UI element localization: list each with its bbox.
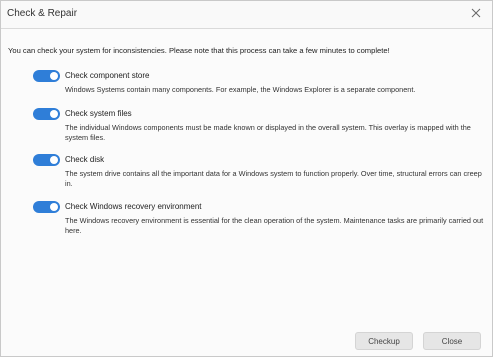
option-description: The Windows recovery environment is esse… xyxy=(65,216,484,236)
option-title: Check component store xyxy=(65,71,150,80)
toggle-knob xyxy=(50,110,58,118)
option-description: The individual Windows components must b… xyxy=(65,123,471,143)
toggle-knob xyxy=(50,156,58,164)
toggle-check-disk[interactable] xyxy=(33,154,60,166)
option-description: The system drive contains all the import… xyxy=(65,169,482,189)
toggle-knob xyxy=(50,203,58,211)
toggle-system-files[interactable] xyxy=(33,108,60,120)
close-button[interactable]: Close xyxy=(423,332,481,350)
check-repair-dialog: Check & Repair You can check your system… xyxy=(0,0,493,357)
intro-text: You can check your system for inconsiste… xyxy=(8,46,390,55)
window-title: Check & Repair xyxy=(7,8,78,19)
option-title: Check system files xyxy=(65,109,132,118)
option-description: Windows Systems contain many components.… xyxy=(65,85,416,94)
toggle-component-store[interactable] xyxy=(33,70,60,82)
checkup-button[interactable]: Checkup xyxy=(355,332,413,350)
option-title: Check disk xyxy=(65,155,105,164)
close-icon[interactable] xyxy=(469,6,483,20)
option-title: Check Windows recovery environment xyxy=(65,202,202,211)
toggle-knob xyxy=(50,72,58,80)
toggle-recovery-environment[interactable] xyxy=(33,201,60,213)
title-bar: Check & Repair xyxy=(1,1,492,29)
